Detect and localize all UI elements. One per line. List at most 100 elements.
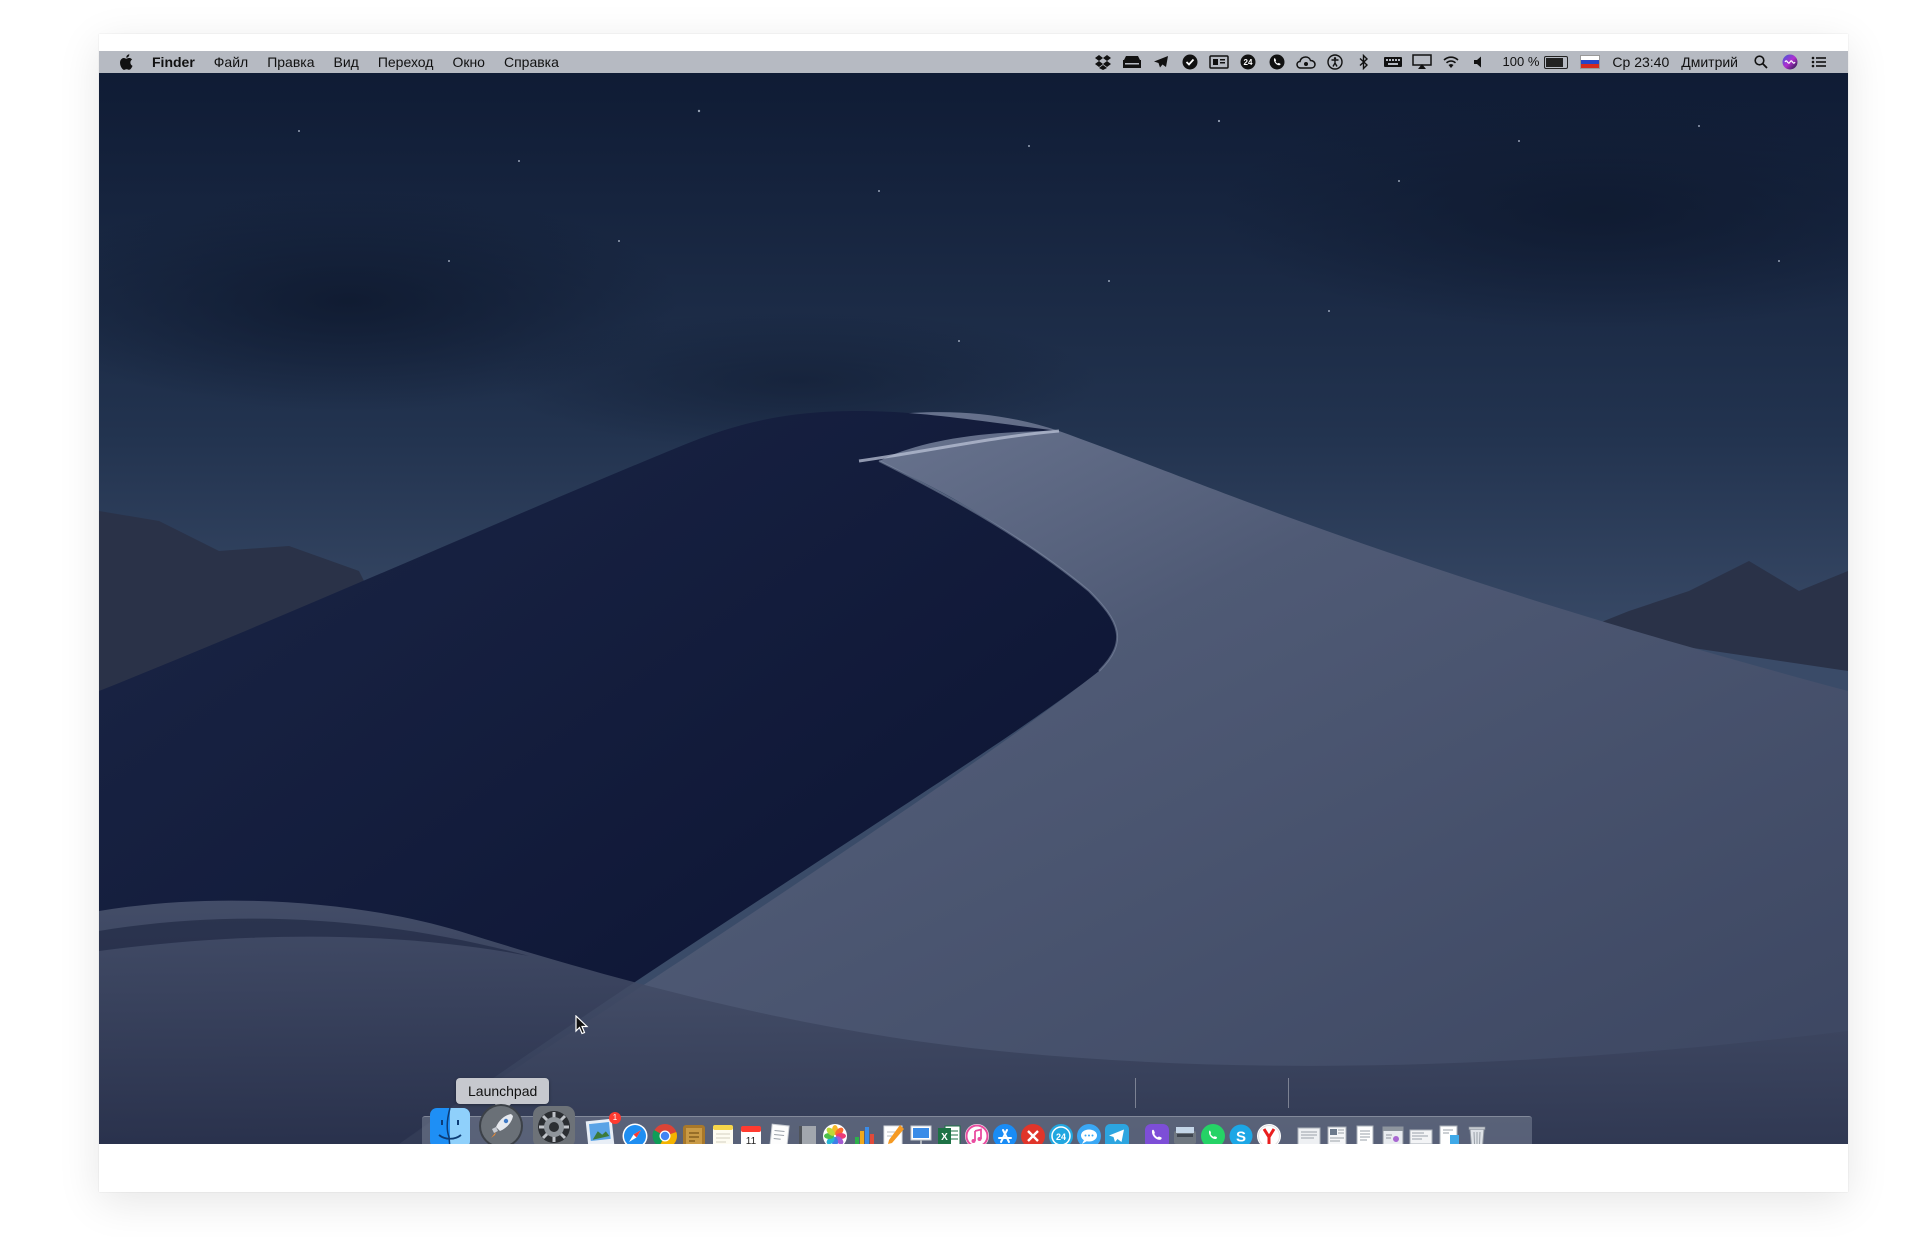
menu-help[interactable]: Справка	[504, 51, 559, 73]
dock-app-excel[interactable]: X	[935, 1122, 963, 1144]
menu-go[interactable]: Переход	[378, 51, 434, 73]
dock-app-preview[interactable]: 1	[583, 1112, 621, 1144]
menu-bar: Finder Файл Правка Вид Переход Окно Спра…	[99, 51, 1848, 73]
chrome-icon	[652, 1124, 677, 1144]
menu-view[interactable]: Вид	[334, 51, 359, 73]
dock-app-system-preferences[interactable]	[531, 1104, 577, 1144]
messages-icon	[1077, 1124, 1101, 1144]
dock-app-parallels[interactable]	[1019, 1122, 1047, 1144]
notes-icon	[713, 1125, 733, 1144]
battery-fill	[1546, 57, 1564, 67]
menu-edit[interactable]: Правка	[267, 51, 314, 73]
dock-app-itunes[interactable]	[963, 1122, 991, 1144]
notes-brown-icon	[683, 1125, 705, 1144]
screen-icon[interactable]	[1208, 51, 1230, 73]
accessibility-icon[interactable]	[1324, 51, 1346, 73]
apple-menu-icon[interactable]	[119, 51, 135, 73]
image-capture-icon	[1174, 1127, 1196, 1144]
scanner-icon[interactable]	[1121, 51, 1143, 73]
system-preferences-icon	[533, 1106, 575, 1144]
clock[interactable]: Ср 23:40	[1612, 51, 1669, 73]
dock-trash[interactable]	[1463, 1122, 1491, 1144]
app-store-icon	[993, 1124, 1017, 1144]
dock-app-finder[interactable]	[428, 1106, 472, 1144]
book-icon	[799, 1126, 816, 1144]
pages-icon	[883, 1125, 904, 1144]
telegram-icon	[1105, 1124, 1129, 1144]
dock-app-calendar[interactable]: 11	[737, 1122, 765, 1144]
battery-icon[interactable]	[1544, 55, 1569, 69]
dock-app-launchpad[interactable]	[477, 1102, 525, 1144]
keyboard-icon[interactable]	[1382, 51, 1404, 73]
airplay-icon[interactable]	[1411, 51, 1433, 73]
notification-badge: 1	[609, 1112, 621, 1124]
dock-app-numbers[interactable]	[850, 1122, 878, 1144]
bluetooth-icon[interactable]	[1353, 51, 1375, 73]
wallpaper	[99, 51, 1848, 1144]
photos-icon	[823, 1124, 847, 1144]
battery-percent[interactable]: 100 %	[1503, 51, 1540, 73]
dock-app-photos[interactable]	[821, 1122, 849, 1144]
excel-icon: X	[938, 1125, 961, 1144]
dock-app-notes-brown[interactable]	[680, 1122, 708, 1144]
cloud-icon[interactable]	[1295, 51, 1317, 73]
dock-app-telegram[interactable]	[1103, 1122, 1131, 1144]
app24-icon[interactable]: 24	[1237, 51, 1259, 73]
document-stack-icon-3	[1356, 1125, 1374, 1144]
dock-app-safari[interactable]	[621, 1122, 649, 1144]
user-name[interactable]: Дмитрий	[1681, 51, 1738, 73]
svg-text:11: 11	[746, 1136, 757, 1144]
svg-text:X: X	[941, 1132, 948, 1143]
viber-icon[interactable]	[1266, 51, 1288, 73]
notification-center-icon[interactable]	[1808, 51, 1830, 73]
dock-app-image-capture[interactable]	[1171, 1122, 1199, 1144]
dock-app-book[interactable]	[793, 1122, 821, 1144]
dock-app-skype[interactable]: S	[1227, 1122, 1255, 1144]
dock-stack-5[interactable]	[1407, 1122, 1435, 1144]
check-icon[interactable]	[1179, 51, 1201, 73]
trash-icon	[1468, 1126, 1486, 1144]
dock-app-whatsapp[interactable]	[1199, 1122, 1227, 1144]
dock-app-textedit[interactable]	[765, 1122, 793, 1144]
dock-stack-4[interactable]	[1379, 1122, 1407, 1144]
menu-app-name[interactable]: Finder	[152, 51, 195, 73]
wifi-icon[interactable]	[1440, 51, 1462, 73]
keynote-icon	[910, 1125, 932, 1144]
yandex-browser-icon	[1257, 1124, 1281, 1144]
dock-app-app24[interactable]: 24	[1047, 1122, 1075, 1144]
dock-app-notes[interactable]	[709, 1122, 737, 1144]
app24-icon: 24	[1049, 1124, 1073, 1144]
dock-stack-3[interactable]	[1351, 1122, 1379, 1144]
finder-icon	[430, 1107, 470, 1144]
document-stack-icon-6	[1439, 1125, 1459, 1144]
dock-app-yandex-browser[interactable]	[1255, 1122, 1283, 1144]
dock-app-viber[interactable]	[1143, 1122, 1171, 1144]
menu-file[interactable]: Файл	[214, 51, 248, 73]
dock-app-chrome[interactable]	[651, 1122, 679, 1144]
parallels-icon	[1021, 1124, 1045, 1144]
dock-stack-1[interactable]	[1295, 1122, 1323, 1144]
dock-separator	[1135, 1078, 1136, 1108]
dropbox-icon[interactable]	[1092, 51, 1114, 73]
dock-app-app-store[interactable]	[991, 1122, 1019, 1144]
dock-items: 1 11 X 24 S	[422, 1074, 1532, 1144]
telegram-icon[interactable]	[1150, 51, 1172, 73]
document-stack-icon-5	[1409, 1129, 1433, 1144]
siri-icon[interactable]	[1779, 51, 1801, 73]
dock-app-keynote[interactable]	[907, 1122, 935, 1144]
calendar-icon: 11	[741, 1126, 761, 1144]
numbers-icon	[855, 1127, 874, 1144]
dock-stack-2[interactable]	[1323, 1122, 1351, 1144]
menu-window[interactable]: Окно	[452, 51, 485, 73]
whatsapp-icon	[1201, 1124, 1225, 1144]
svg-text:24: 24	[1243, 58, 1252, 67]
svg-text:24: 24	[1056, 1132, 1066, 1142]
dock-stack-6[interactable]	[1435, 1122, 1463, 1144]
dock-app-messages[interactable]	[1075, 1122, 1103, 1144]
skype-icon: S	[1229, 1124, 1253, 1144]
dock-app-pages[interactable]	[879, 1122, 907, 1144]
volume-icon[interactable]	[1469, 51, 1491, 73]
document-stack-icon-4	[1382, 1126, 1404, 1144]
russian-flag-icon[interactable]	[1580, 55, 1601, 69]
spotlight-search-icon[interactable]	[1750, 51, 1772, 73]
